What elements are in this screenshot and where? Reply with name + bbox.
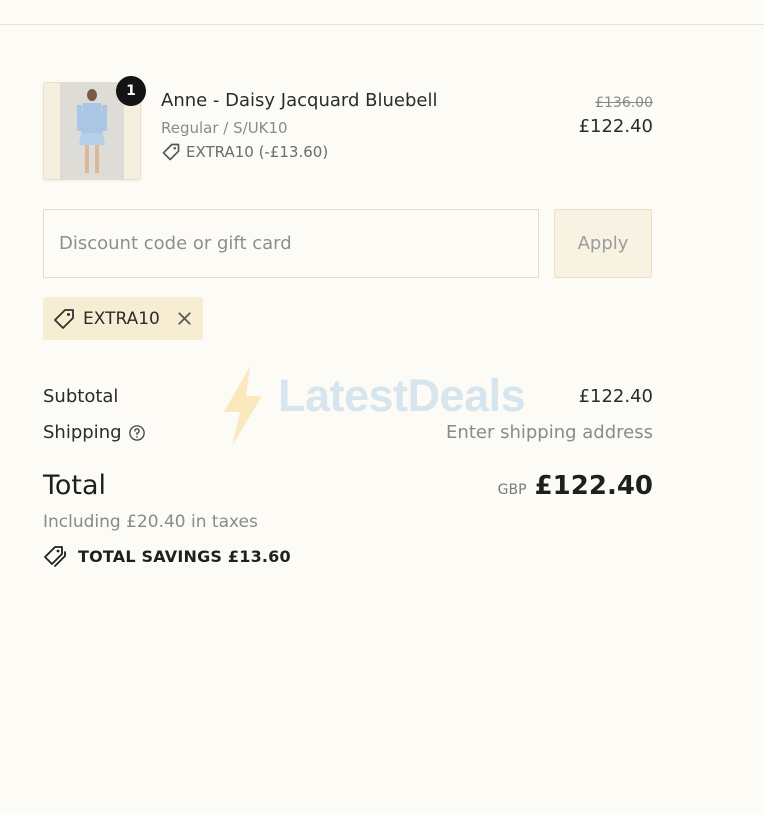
double-tag-icon <box>44 546 66 567</box>
shipping-label: Shipping <box>43 422 122 443</box>
product-name: Anne - Daisy Jacquard Bluebell <box>161 90 438 111</box>
apply-button[interactable]: Apply <box>554 209 652 278</box>
total-value-group: GBP £122.40 <box>498 471 653 501</box>
total-savings: TOTAL SAVINGS £13.60 <box>43 544 291 568</box>
current-price: £122.40 <box>578 116 653 137</box>
tag-icon <box>162 143 180 161</box>
subtotal-label: Subtotal <box>43 386 119 407</box>
total-currency: GBP <box>497 482 527 498</box>
tag-icon <box>54 308 74 329</box>
product-photo <box>60 83 124 179</box>
shipping-value: Enter shipping address <box>446 422 653 443</box>
quantity-badge: 1 <box>116 76 146 106</box>
close-icon[interactable] <box>174 308 195 329</box>
product-discount-label: EXTRA10 (-£13.60) <box>186 143 329 161</box>
taxes-note: Including £20.40 in taxes <box>43 512 258 532</box>
total-label: Total <box>43 470 107 501</box>
question-circle-icon[interactable] <box>128 424 146 442</box>
lightning-bolt-icon <box>224 366 262 446</box>
total-savings-text: TOTAL SAVINGS £13.60 <box>78 546 291 566</box>
product-variant: Regular / S/UK10 <box>161 119 288 137</box>
shipping-row-label: Shipping <box>43 422 146 443</box>
watermark-text: LatestDeals <box>278 370 526 421</box>
discount-code-input[interactable] <box>43 209 539 278</box>
applied-discount-code: EXTRA10 <box>83 308 160 329</box>
original-price: £136.00 <box>595 95 653 111</box>
total-amount: £122.40 <box>534 471 653 501</box>
header-divider <box>0 24 764 25</box>
subtotal-value: £122.40 <box>578 386 653 407</box>
product-discount: EXTRA10 (-£13.60) <box>161 142 328 162</box>
applied-discount-tag: EXTRA10 <box>43 297 203 340</box>
